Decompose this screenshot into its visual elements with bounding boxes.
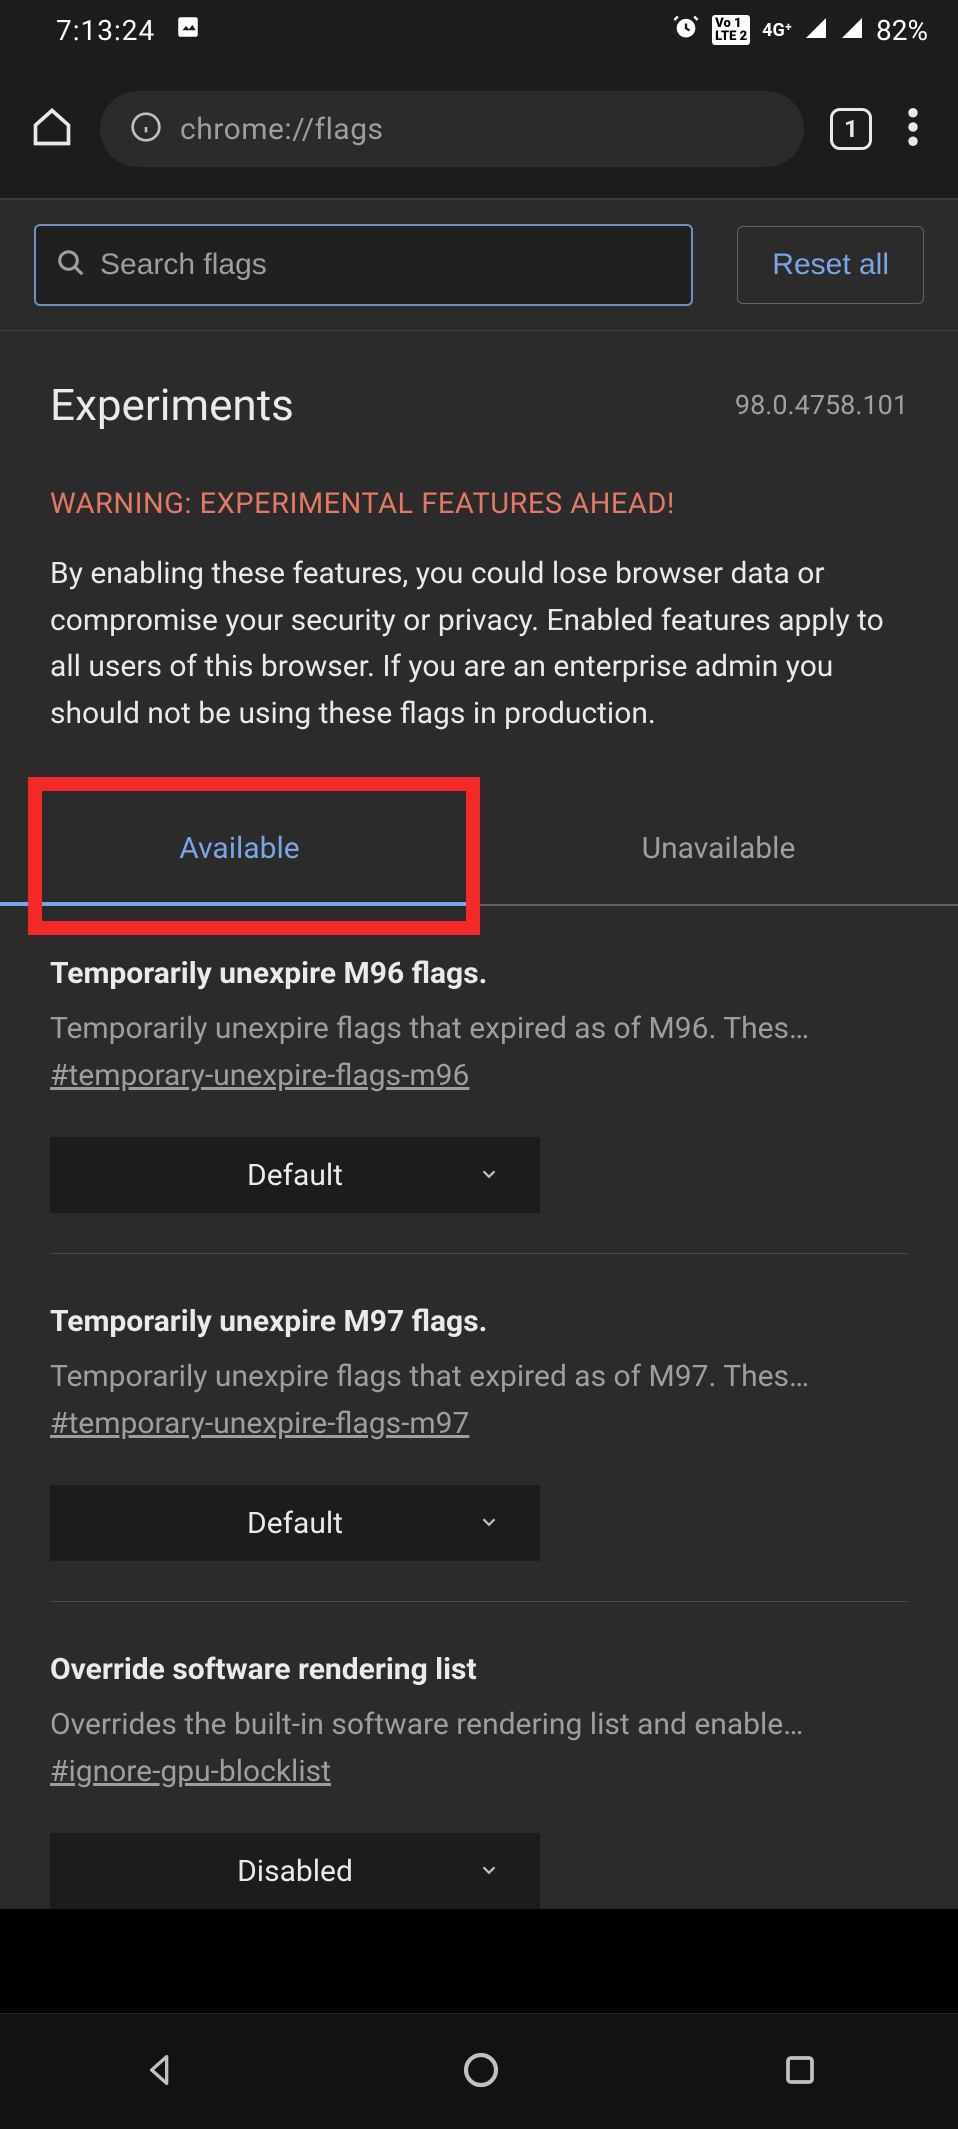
address-bar-text: chrome://flags xyxy=(180,112,384,147)
search-input[interactable] xyxy=(100,248,671,282)
flag-anchor-link[interactable]: #temporary-unexpire-flags-m96 xyxy=(50,1058,469,1093)
reset-all-button[interactable]: Reset all xyxy=(737,226,924,304)
flag-dropdown-value: Default xyxy=(247,1158,343,1193)
flag-description: Temporarily unexpire flags that expired … xyxy=(50,1011,908,1046)
chrome-version: 98.0.4758.101 xyxy=(735,389,908,421)
flag-dropdown-value: Disabled xyxy=(237,1854,353,1889)
flag-dropdown-value: Default xyxy=(247,1506,343,1541)
browser-toolbar: chrome://flags 1 xyxy=(0,60,958,200)
image-icon xyxy=(175,14,201,47)
tab-unavailable[interactable]: Unavailable xyxy=(479,793,958,906)
overflow-menu-icon[interactable] xyxy=(898,108,928,150)
search-flags-box[interactable] xyxy=(34,224,693,306)
chevron-down-icon xyxy=(478,1506,500,1541)
warning-body: By enabling these features, you could lo… xyxy=(0,521,958,777)
android-nav-bar xyxy=(0,2013,958,2129)
flag-item: Temporarily unexpire M96 flags. Temporar… xyxy=(50,906,908,1254)
search-icon xyxy=(56,248,86,282)
chevron-down-icon xyxy=(478,1158,500,1193)
tab-available[interactable]: Available xyxy=(0,793,479,906)
status-battery: 82% xyxy=(876,14,928,47)
flag-description: Overrides the built-in software renderin… xyxy=(50,1707,908,1742)
flags-page: Reset all Experiments 98.0.4758.101 WARN… xyxy=(0,200,958,1909)
address-bar[interactable]: chrome://flags xyxy=(100,91,804,167)
status-time: 7:13:24 xyxy=(56,14,155,47)
flag-tabs: Available Unavailable xyxy=(0,793,958,906)
recents-button[interactable] xyxy=(782,2052,818,2092)
alarm-icon xyxy=(672,13,700,48)
flag-dropdown[interactable]: Disabled xyxy=(50,1833,540,1909)
flag-anchor-link[interactable]: #ignore-gpu-blocklist xyxy=(50,1754,331,1789)
flag-dropdown[interactable]: Default xyxy=(50,1485,540,1561)
flag-item: Temporarily unexpire M97 flags. Temporar… xyxy=(50,1254,908,1602)
site-info-icon[interactable] xyxy=(130,111,162,147)
android-status-bar: 7:13:24 Vo 1LTE 2 4G⁺ 82% xyxy=(0,0,958,60)
back-button[interactable] xyxy=(140,2050,180,2094)
signal-icon xyxy=(804,14,828,47)
signal-4g-icon: 4G⁺ xyxy=(762,20,792,41)
flag-item: Override software rendering list Overrid… xyxy=(50,1602,908,1909)
flag-title: Temporarily unexpire M97 flags. xyxy=(50,1304,908,1339)
volte-icon: Vo 1LTE 2 xyxy=(712,15,750,45)
signal-icon-2 xyxy=(840,14,864,47)
home-icon[interactable] xyxy=(30,105,74,153)
flag-title: Override software rendering list xyxy=(50,1652,908,1687)
flag-title: Temporarily unexpire M96 flags. xyxy=(50,956,908,991)
flag-description: Temporarily unexpire flags that expired … xyxy=(50,1359,908,1394)
flag-anchor-link[interactable]: #temporary-unexpire-flags-m97 xyxy=(50,1406,469,1441)
chevron-down-icon xyxy=(478,1854,500,1889)
home-button[interactable] xyxy=(461,2050,501,2094)
tab-switcher-button[interactable]: 1 xyxy=(830,108,872,150)
page-title: Experiments xyxy=(50,379,294,431)
warning-heading: WARNING: EXPERIMENTAL FEATURES AHEAD! xyxy=(0,451,958,521)
tab-count: 1 xyxy=(844,115,858,143)
flag-list: Temporarily unexpire M96 flags. Temporar… xyxy=(0,906,958,1909)
flag-dropdown[interactable]: Default xyxy=(50,1137,540,1213)
